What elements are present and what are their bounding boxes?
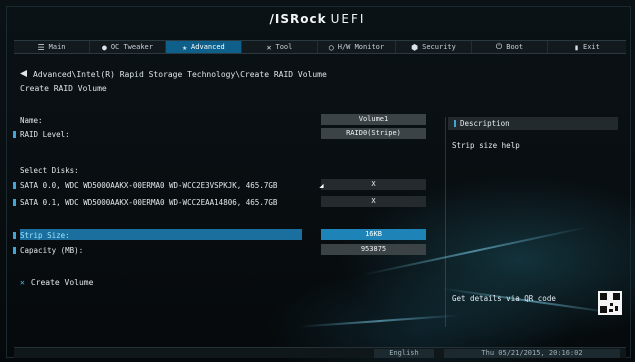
capacity-row[interactable]: Capacity (MB): xyxy=(13,246,84,255)
description-header: Description xyxy=(448,117,618,130)
brand-name: /ISRock xyxy=(269,12,327,26)
tab-label: OC Tweaker xyxy=(110,43,153,51)
tab-main[interactable]: ☰ Main xyxy=(14,41,90,53)
strip-size-label: Strip Size: xyxy=(20,231,70,240)
tab-label: Tool xyxy=(275,43,293,51)
option-marker xyxy=(13,247,16,254)
tab-label: H/W Monitor xyxy=(337,43,385,51)
language-selector[interactable]: English xyxy=(374,349,434,358)
description-panel: Description Strip size help Get details … xyxy=(445,117,618,327)
qr-details-text: Get details via QR code xyxy=(452,294,556,303)
disk0-select-value[interactable]: X xyxy=(321,179,426,190)
name-value-field[interactable]: Volume1 xyxy=(321,114,426,125)
tab-label: Exit xyxy=(582,43,600,51)
qr-code-icon xyxy=(598,291,622,315)
brand-logo: /ISRock UEFI xyxy=(0,12,635,26)
tab-hw-monitor[interactable]: ◯ H/W Monitor xyxy=(318,41,396,53)
date-time-display: Thu 05/21/2015, 20:16:02 xyxy=(444,349,620,358)
description-help-text: Strip size help xyxy=(452,141,520,150)
breadcrumb: Advanced\Intel(R) Rapid Storage Technolo… xyxy=(20,70,327,79)
capacity-value[interactable]: 953875 xyxy=(321,244,426,255)
option-marker xyxy=(13,199,16,206)
name-label: Name: xyxy=(20,116,43,125)
create-volume-button[interactable]: ✕ Create Volume xyxy=(20,278,93,287)
disk-row-1[interactable]: SATA 0.1, WDC WD5000AAKX-00ERMA0 WD-WCC2… xyxy=(13,198,278,207)
tab-label: Main xyxy=(48,43,66,51)
tab-advanced[interactable]: ★ Advanced xyxy=(166,41,242,53)
option-marker xyxy=(13,232,16,239)
tab-tool[interactable]: ✕ Tool xyxy=(242,41,318,53)
option-marker xyxy=(13,182,16,189)
strip-size-row[interactable]: Strip Size: xyxy=(13,231,70,240)
strip-size-value[interactable]: 16KB xyxy=(321,229,426,240)
list-icon: ☰ xyxy=(37,42,45,52)
raid-level-row[interactable]: RAID Level: xyxy=(13,130,70,139)
star-icon: ★ xyxy=(182,42,188,52)
wrench-icon: ✕ xyxy=(20,278,25,287)
disk1-select-value[interactable]: X xyxy=(321,196,426,207)
option-marker xyxy=(13,131,16,138)
wrench-icon: ✕ xyxy=(266,42,272,52)
select-disks-label: Select Disks: xyxy=(20,166,79,175)
raid-level-label: RAID Level: xyxy=(20,130,70,139)
raid-level-value[interactable]: RAID0(Stripe) xyxy=(321,128,426,139)
disk-row-0[interactable]: SATA 0.0, WDC WD5000AAKX-00ERMA0 WD-WCC2… xyxy=(13,181,278,190)
tab-oc-tweaker[interactable]: ● OC Tweaker xyxy=(90,41,166,53)
description-title: Description xyxy=(460,119,510,128)
tab-security[interactable]: ⬢ Security xyxy=(396,41,472,53)
breadcrumb-text: Advanced\Intel(R) Rapid Storage Technolo… xyxy=(33,70,327,79)
tab-exit[interactable]: ▮ Exit xyxy=(548,41,626,53)
header-marker xyxy=(454,120,456,127)
disk-label: SATA 0.0, WDC WD5000AAKX-00ERMA0 WD-WCC2… xyxy=(20,181,278,190)
tab-label: Advanced xyxy=(191,43,225,51)
tab-boot[interactable]: ⏻ Boot xyxy=(472,41,548,53)
disk-label: SATA 0.1, WDC WD5000AAKX-00ERMA0 WD-WCC2… xyxy=(20,198,278,207)
person-icon: ● xyxy=(102,42,107,52)
capacity-label: Capacity (MB): xyxy=(20,246,84,255)
power-icon: ⏻ xyxy=(495,42,503,51)
page-title: Create RAID Volume xyxy=(20,84,107,93)
exit-icon: ▮ xyxy=(574,42,579,52)
monitor-icon: ◯ xyxy=(328,42,334,52)
tab-label: Security xyxy=(422,43,456,51)
create-volume-label: Create Volume xyxy=(30,278,94,287)
tab-label: Boot xyxy=(506,43,524,51)
product-name: UEFI xyxy=(330,12,366,26)
main-tab-bar: ☰ Main ● OC Tweaker ★ Advanced ✕ Tool ◯ … xyxy=(14,40,626,54)
back-arrow-icon[interactable] xyxy=(20,70,27,77)
shield-icon: ⬢ xyxy=(411,42,419,52)
